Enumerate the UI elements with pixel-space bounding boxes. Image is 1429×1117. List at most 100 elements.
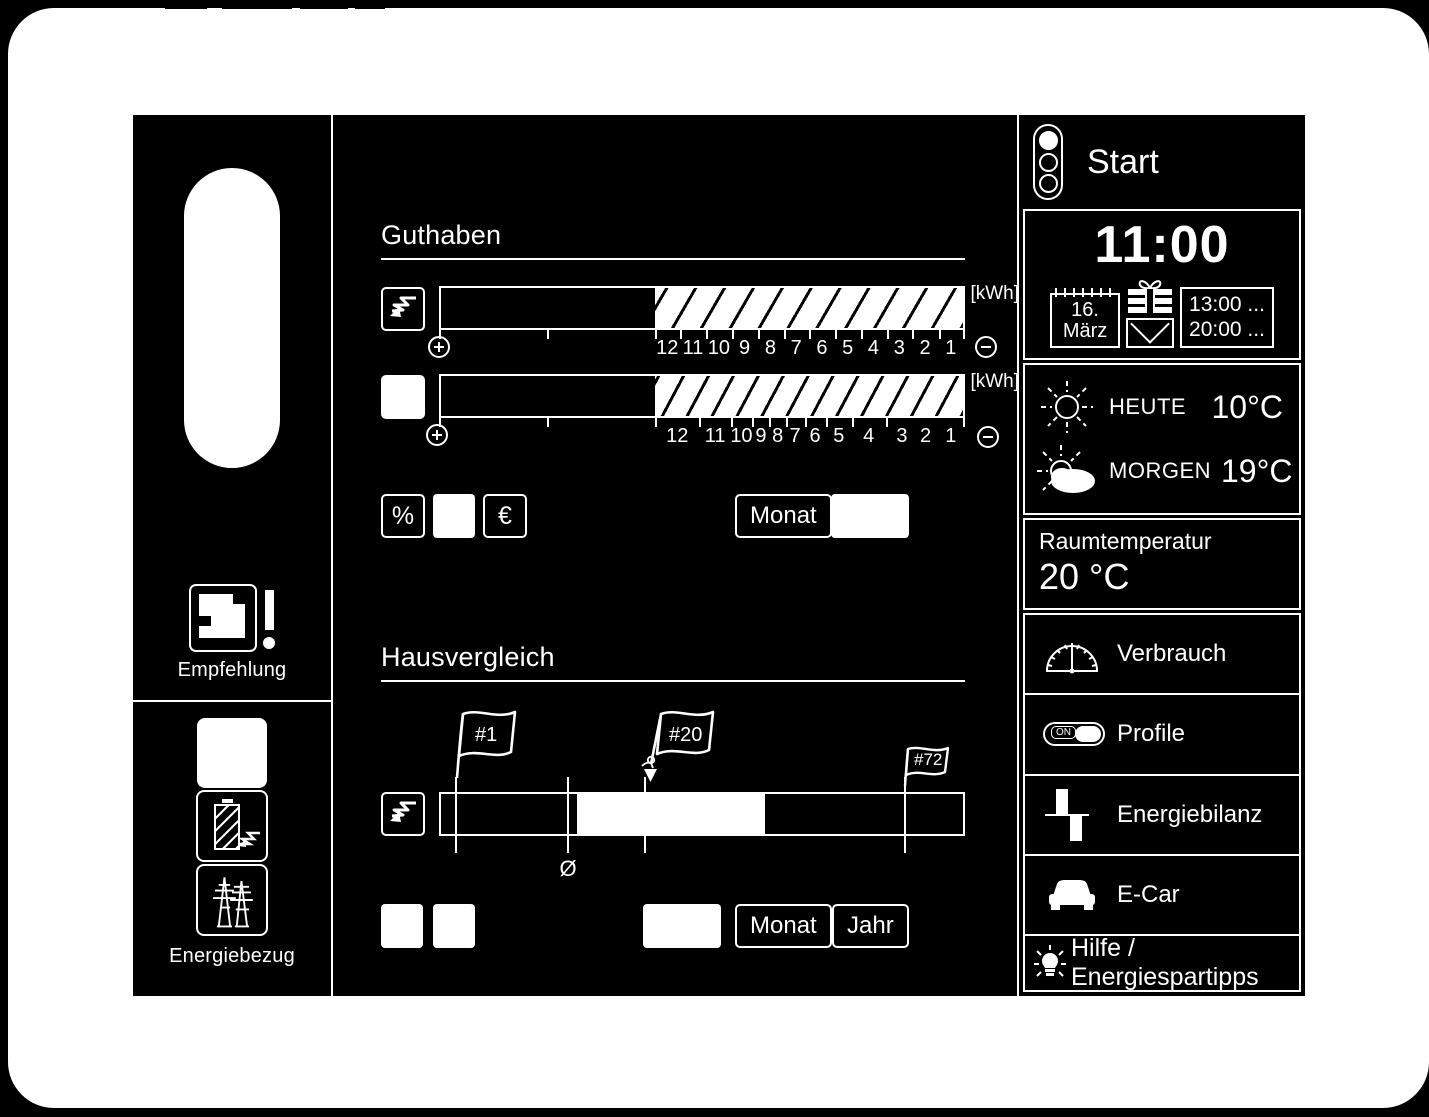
menu-item-hilfe[interactable]: Hilfe / Energiespartipps <box>1023 934 1301 992</box>
calendar-month: März <box>1062 320 1108 343</box>
menu-item-energiebilanz[interactable]: Energiebilanz <box>1023 773 1301 854</box>
power-pylon-icon <box>196 864 268 936</box>
room-temperature-label: Raumtemperatur <box>1039 528 1212 554</box>
average-label: Ø <box>559 856 577 881</box>
period-monat-button[interactable]: Monat <box>735 494 832 538</box>
sun-cloud-icon <box>1035 443 1099 499</box>
appointments-box[interactable]: 13:00 ... 20:00 ... <box>1180 286 1274 348</box>
tick-label: 11 <box>704 425 726 447</box>
menu-item-profile[interactable]: ON Profile <box>1023 693 1301 774</box>
percent-button[interactable]: % <box>381 494 425 538</box>
clock-card[interactable]: 11:00 16. März 13:00 ... 20:00 ... <box>1023 209 1301 360</box>
page-title: Start <box>1087 142 1159 181</box>
period-value-box[interactable] <box>831 494 909 538</box>
battery-bolt-icon <box>196 790 268 862</box>
room-temperature-card[interactable]: Raumtemperatur 20 °C <box>1023 518 1301 610</box>
guthaben-section: Guthaben [kWh] 12 11 10 9 8 7 6 5 4 3 2 … <box>381 220 1019 538</box>
guthaben-divider <box>381 258 965 260</box>
empfehlung-label: Empfehlung <box>177 659 287 681</box>
tick-label: 7 <box>789 425 801 447</box>
flag-label: #72 <box>914 750 943 769</box>
menu-label: Profile <box>1117 720 1186 748</box>
weather-row-tomorrow: MORGEN 19°C <box>1025 439 1299 503</box>
tick-label: 2 <box>919 425 932 447</box>
hausvergleich-box-a[interactable] <box>381 904 423 948</box>
tablet-screen: Empfehlung Energiebezug Guthaben [kWh] 1… <box>133 115 1305 996</box>
right-sidebar: Start 11:00 16. März 13:00 ... 20:00 ...… <box>1017 115 1305 996</box>
guthaben-plus-button-2[interactable] <box>426 424 448 446</box>
top-edge-artifacts <box>0 0 1429 10</box>
car-icon <box>1043 878 1101 912</box>
sun-icon <box>1035 379 1099 435</box>
hausvergleich-box-b[interactable] <box>433 904 475 948</box>
toggle-icon: ON <box>1043 722 1105 747</box>
guthaben-plus-button-1[interactable] <box>428 336 450 358</box>
menu-label: Energiebilanz <box>1117 800 1263 828</box>
tick-label: 8 <box>772 425 784 447</box>
menu-item-verbrauch[interactable]: Verbrauch <box>1023 613 1301 694</box>
right-menu: Verbrauch ON Profile Energiebilanz E-Car… <box>1023 613 1301 992</box>
tick-label: 9 <box>739 337 751 359</box>
tick-label: 9 <box>755 425 767 447</box>
tick-label: 1 <box>945 337 957 359</box>
toggle-state-label: ON <box>1051 726 1076 740</box>
monat-button[interactable]: Monat <box>735 904 832 948</box>
lightbulb-icon <box>1033 945 1067 981</box>
guthaben-value-box[interactable] <box>433 494 475 538</box>
hausvergleich-bar[interactable] <box>439 792 965 836</box>
calendar-icon: 16. März <box>1050 287 1121 348</box>
blank-card-icon <box>197 718 267 788</box>
appointment-item: 20:00 ... <box>1189 318 1265 342</box>
weather-temp: 10°C <box>1211 388 1284 425</box>
energy-balance-icon <box>1043 784 1101 846</box>
marker-line-rank72 <box>904 777 906 853</box>
appointment-item: 13:00 ... <box>1189 292 1265 316</box>
menu-label: E-Car <box>1117 880 1180 908</box>
gift-icon <box>1126 279 1174 315</box>
main-panel: Guthaben [kWh] 12 11 10 9 8 7 6 5 4 3 2 … <box>333 115 1019 996</box>
tick-label: 10 <box>707 337 730 359</box>
hausvergleich-section: Hausvergleich #1 #20 #72 Ø Monat Jahr <box>381 642 965 948</box>
weather-day-label: HEUTE <box>1109 394 1187 419</box>
flag-rank-20: #20 <box>639 710 727 788</box>
guthaben-bar-row-1: [kWh] 12 11 10 9 8 7 6 5 4 3 2 1 <box>381 283 1019 364</box>
tick-label: 6 <box>816 337 828 359</box>
tick-label: 5 <box>833 425 845 447</box>
clock-time: 11:00 <box>1094 216 1230 274</box>
marker-line-rank20 <box>644 777 646 853</box>
guthaben-bar-2[interactable]: [kWh] 12 11 10 9 8 7 6 5 4 3 2 1 <box>426 371 1019 452</box>
tick-label: 4 <box>867 337 880 359</box>
flag-rank-72: #72 <box>902 746 964 788</box>
placeholder-pill <box>184 168 280 468</box>
left-sidebar: Empfehlung Energiebezug <box>133 115 333 996</box>
guthaben-unit-1: [kWh] <box>970 283 1019 304</box>
guthaben-scale-2: 12 11 10 9 8 7 6 5 4 3 2 1 <box>426 418 999 452</box>
weather-card[interactable]: HEUTE 10°C MORGEN 19°C <box>1023 363 1301 515</box>
tick-label: 12 <box>656 337 679 359</box>
guthaben-bar-1[interactable]: [kWh] 12 11 10 9 8 7 6 5 4 3 2 1 <box>428 283 1019 364</box>
start-header[interactable]: Start <box>1019 115 1305 209</box>
left-sidebar-top: Empfehlung <box>133 115 331 702</box>
guthaben-minus-button-2[interactable] <box>977 426 999 448</box>
tick-label: 3 <box>896 425 908 447</box>
sidebar-item-empfehlung[interactable]: Empfehlung <box>133 584 331 682</box>
marker-line-average <box>567 777 569 853</box>
guthaben-minus-button-1[interactable] <box>975 336 997 358</box>
sidebar-item-energiebezug[interactable]: Energiebezug <box>133 702 331 996</box>
jahr-button[interactable]: Jahr <box>832 904 909 948</box>
tick-label: 4 <box>863 425 875 447</box>
hausvergleich-title: Hausvergleich <box>381 642 555 672</box>
euro-button[interactable]: € <box>483 494 527 538</box>
traffic-light-icon <box>1033 124 1063 200</box>
blank-box-icon <box>381 375 425 419</box>
tick-label: 5 <box>842 337 854 359</box>
hausvergleich-divider <box>381 680 965 682</box>
alert-exclamation-icon <box>263 584 275 649</box>
hausvergleich-value-box[interactable] <box>643 904 721 948</box>
tick-label: 3 <box>893 337 905 359</box>
menu-item-ecar[interactable]: E-Car <box>1023 853 1301 934</box>
weather-row-today: HEUTE 10°C <box>1025 375 1299 439</box>
guthaben-title: Guthaben <box>381 220 502 250</box>
gauge-icon <box>1043 633 1101 675</box>
guthaben-controls: % € Monat <box>381 494 965 538</box>
